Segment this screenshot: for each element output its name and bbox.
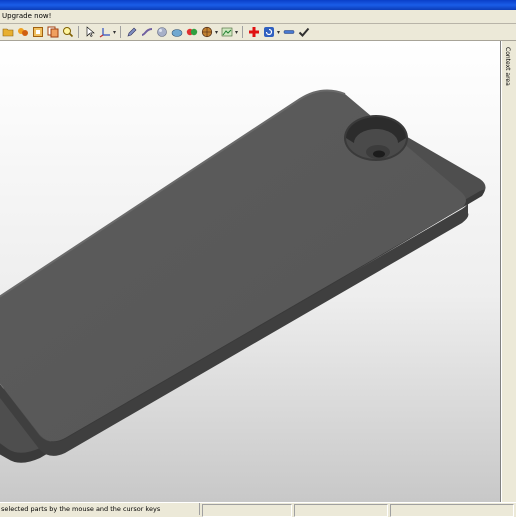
countersunk-hole: [344, 115, 408, 161]
3d-viewport[interactable]: [0, 41, 501, 502]
copy-icon[interactable]: [46, 26, 59, 39]
minus-icon[interactable]: [282, 26, 295, 39]
chevron-down-icon[interactable]: ▾: [112, 26, 117, 39]
upgrade-bar[interactable]: Upgrade now!: [0, 10, 516, 24]
pen-icon[interactable]: [125, 26, 138, 39]
coins-icon[interactable]: [16, 26, 29, 39]
context-area-label: Context area: [504, 47, 511, 86]
axes-icon[interactable]: [98, 26, 111, 39]
chevron-down-icon[interactable]: ▾: [234, 26, 239, 39]
bend-icon[interactable]: [140, 26, 153, 39]
globe-icon[interactable]: [200, 26, 213, 39]
chevron-down-icon[interactable]: ▾: [276, 26, 281, 39]
model-render: [0, 89, 486, 463]
toolbar-separator: [242, 26, 243, 38]
check-icon[interactable]: [297, 26, 310, 39]
sphere-icon[interactable]: [155, 26, 168, 39]
rotate-icon[interactable]: [262, 26, 275, 39]
title-bar: [0, 0, 516, 10]
material-icon[interactable]: [185, 26, 198, 39]
shading-icon[interactable]: [170, 26, 183, 39]
main-toolbar: ▾ ▾ ▾ ▾: [0, 24, 516, 41]
frame-icon[interactable]: [31, 26, 44, 39]
zoom-icon[interactable]: [61, 26, 74, 39]
select-arrow-icon[interactable]: [83, 26, 96, 39]
toolbar-separator: [78, 26, 79, 38]
status-cell: [202, 504, 292, 517]
upgrade-link[interactable]: Upgrade now!: [0, 12, 51, 20]
view-icon[interactable]: [220, 26, 233, 39]
status-bar: selected parts by the mouse and the curs…: [0, 502, 516, 517]
status-message: selected parts by the mouse and the curs…: [0, 503, 200, 515]
context-area-panel[interactable]: Context area: [501, 41, 516, 502]
status-cell: [294, 504, 388, 517]
chevron-down-icon[interactable]: ▾: [214, 26, 219, 39]
open-folder-icon[interactable]: [1, 26, 14, 39]
toolbar-separator: [120, 26, 121, 38]
add-icon[interactable]: [247, 26, 260, 39]
status-cell: [390, 504, 514, 517]
